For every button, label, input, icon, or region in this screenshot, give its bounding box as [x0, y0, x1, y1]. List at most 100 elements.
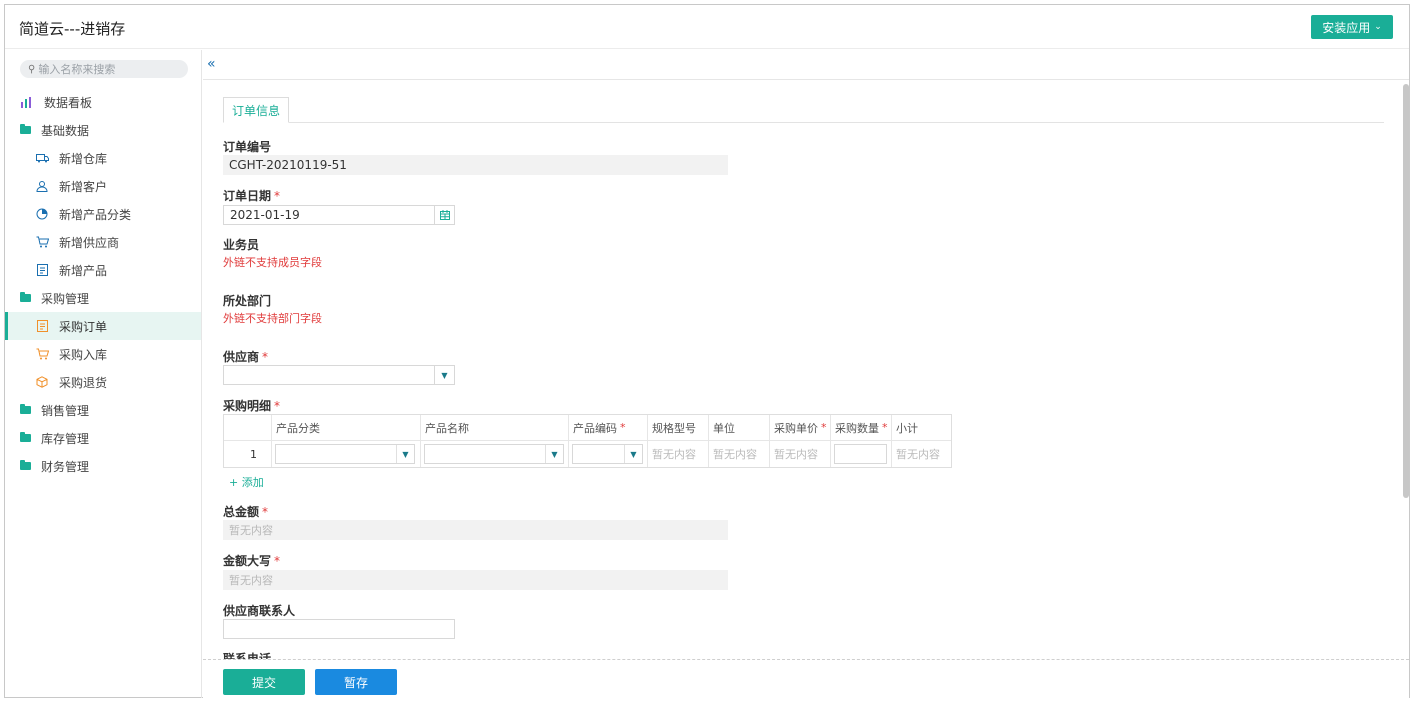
sidebar-item-label: 库存管理	[41, 431, 90, 446]
collapse-sidebar-icon[interactable]: «	[207, 56, 216, 72]
details-table: 产品分类 产品名称 产品编码 * 规格型号 单位 采购单价 * 采购数量 * 小计 1…	[223, 414, 952, 468]
column-label: 采购单价	[774, 421, 818, 435]
install-app-label: 安装应用	[1322, 20, 1371, 35]
required-mark: *	[262, 505, 269, 519]
row-index: 1	[224, 441, 272, 467]
submit-button[interactable]: 提交	[223, 669, 305, 695]
supplier-label: 供应商 *	[223, 348, 268, 365]
sidebar-item-label: 财务管理	[41, 459, 90, 474]
save-draft-button[interactable]: 暂存	[315, 669, 397, 695]
collapse-bar: «	[203, 50, 1409, 80]
department-label: 所处部门	[223, 292, 271, 309]
sidebar-item-basic-data[interactable]: 基础数据	[5, 116, 201, 144]
sidebar-item-purchase-mgmt[interactable]: 采购管理	[5, 284, 201, 312]
add-row-link[interactable]: + 添加	[229, 474, 264, 490]
folder-icon	[20, 404, 31, 414]
tab-divider	[223, 122, 1384, 123]
table-cell	[831, 441, 892, 467]
table-header: 规格型号	[648, 415, 709, 441]
table-cell: 暂无内容	[648, 441, 709, 467]
sidebar-item-sales-mgmt[interactable]: 销售管理	[5, 396, 201, 424]
dropdown-arrow-icon[interactable]: ▼	[434, 366, 454, 384]
dropdown-arrow-icon: ▼	[624, 445, 642, 463]
table-header: 单位	[709, 415, 770, 441]
required-mark: *	[274, 189, 281, 203]
table-cell: 暂无内容	[770, 441, 831, 467]
sidebar: ⚲ 输入名称来搜索 数据看板 基础数据 新增仓库 新增客户 新增产品分类 新增供…	[5, 50, 202, 698]
details-label-text: 采购明细	[223, 399, 272, 413]
column-label: 产品名称	[425, 421, 469, 435]
table-cell: ▼	[569, 441, 648, 467]
cart-icon	[35, 235, 49, 249]
sidebar-item-new-category[interactable]: 新增产品分类	[5, 200, 201, 228]
sidebar-item-finance-mgmt[interactable]: 财务管理	[5, 452, 201, 480]
supplier-select[interactable]: ▼	[223, 365, 455, 385]
order-no-label: 订单编号	[223, 138, 271, 155]
sidebar-item-label: 基础数据	[41, 123, 90, 138]
user-icon	[35, 179, 49, 193]
salesperson-warning: 外链不支持成员字段	[223, 256, 322, 269]
sidebar-item-inventory-mgmt[interactable]: 库存管理	[5, 424, 201, 452]
search-placeholder: 输入名称来搜索	[38, 63, 116, 76]
sidebar-item-label: 数据看板	[44, 95, 93, 110]
sidebar-item-purchase-inbound[interactable]: 采购入库	[5, 340, 201, 368]
order-date-field[interactable]: 2021-01-19	[223, 205, 455, 225]
sidebar-item-purchase-order[interactable]: 采购订单	[5, 312, 201, 340]
quantity-input[interactable]	[834, 444, 887, 464]
table-cell: ▼	[272, 441, 421, 467]
sidebar-item-new-customer[interactable]: 新增客户	[5, 172, 201, 200]
folder-icon	[20, 124, 31, 134]
dropdown-arrow-icon: ▼	[545, 445, 563, 463]
sidebar-item-label: 新增供应商	[59, 235, 120, 250]
truck-icon	[35, 151, 49, 165]
sidebar-item-new-warehouse[interactable]: 新增仓库	[5, 144, 201, 172]
scrollbar[interactable]	[1403, 84, 1409, 498]
department-label-text: 所处部门	[223, 294, 272, 308]
column-label: 产品编码	[573, 421, 617, 435]
tab-order-info[interactable]: 订单信息	[223, 97, 289, 123]
required-mark: *	[821, 421, 827, 434]
sidebar-item-label: 采购退货	[59, 375, 108, 390]
table-header: 产品分类	[272, 415, 421, 441]
product-code-select[interactable]: ▼	[572, 444, 643, 464]
search-icon: ⚲	[28, 63, 36, 75]
total-upper-label: 金额大写 *	[223, 552, 280, 569]
required-mark: *	[262, 350, 269, 364]
bar-chart-icon	[20, 95, 34, 109]
sidebar-item-label: 采购入库	[59, 347, 108, 362]
supplier-label-text: 供应商	[223, 350, 260, 364]
sidebar-item-new-supplier[interactable]: 新增供应商	[5, 228, 201, 256]
app-window: 简道云---进销存 安装应用 ⌄ ⚲ 输入名称来搜索 数据看板 基础数据 新增仓…	[4, 4, 1410, 698]
pie-chart-icon	[35, 207, 49, 221]
sidebar-item-new-product[interactable]: 新增产品	[5, 256, 201, 284]
order-date-label-text: 订单日期	[223, 189, 272, 203]
sidebar-item-label: 新增客户	[59, 179, 108, 194]
contact-input[interactable]	[223, 619, 455, 639]
order-date-label: 订单日期 *	[223, 187, 280, 204]
folder-icon	[20, 432, 31, 442]
category-select[interactable]: ▼	[275, 444, 415, 464]
sidebar-item-label: 新增仓库	[59, 151, 108, 166]
product-name-select[interactable]: ▼	[424, 444, 564, 464]
app-title: 简道云---进销存	[19, 20, 126, 38]
required-mark: *	[620, 421, 626, 434]
column-label: 产品分类	[276, 421, 320, 435]
chevron-down-icon: ⌄	[1374, 22, 1382, 32]
sidebar-item-label: 新增产品分类	[59, 207, 132, 222]
calendar-icon[interactable]	[434, 206, 454, 224]
salesperson-label: 业务员	[223, 236, 259, 253]
search-input[interactable]: ⚲ 输入名称来搜索	[20, 60, 188, 78]
sidebar-item-purchase-return[interactable]: 采购退货	[5, 368, 201, 396]
department-warning: 外链不支持部门字段	[223, 312, 322, 325]
required-mark: *	[882, 421, 888, 434]
sidebar-item-label: 销售管理	[41, 403, 90, 418]
dropdown-arrow-icon: ▼	[396, 445, 414, 463]
contact-label: 供应商联系人	[223, 602, 295, 619]
main-content: « 订单信息 订单编号 CGHT-20210119-51 订单日期 * 2021-…	[203, 50, 1409, 698]
install-app-button[interactable]: 安装应用 ⌄	[1311, 15, 1393, 39]
order-no-value: CGHT-20210119-51	[223, 155, 728, 175]
total-label-text: 总金额	[223, 505, 260, 519]
top-bar: 简道云---进销存 安装应用 ⌄	[5, 5, 1409, 49]
sidebar-item-dashboard[interactable]: 数据看板	[5, 88, 201, 116]
table-header: 产品名称	[421, 415, 569, 441]
